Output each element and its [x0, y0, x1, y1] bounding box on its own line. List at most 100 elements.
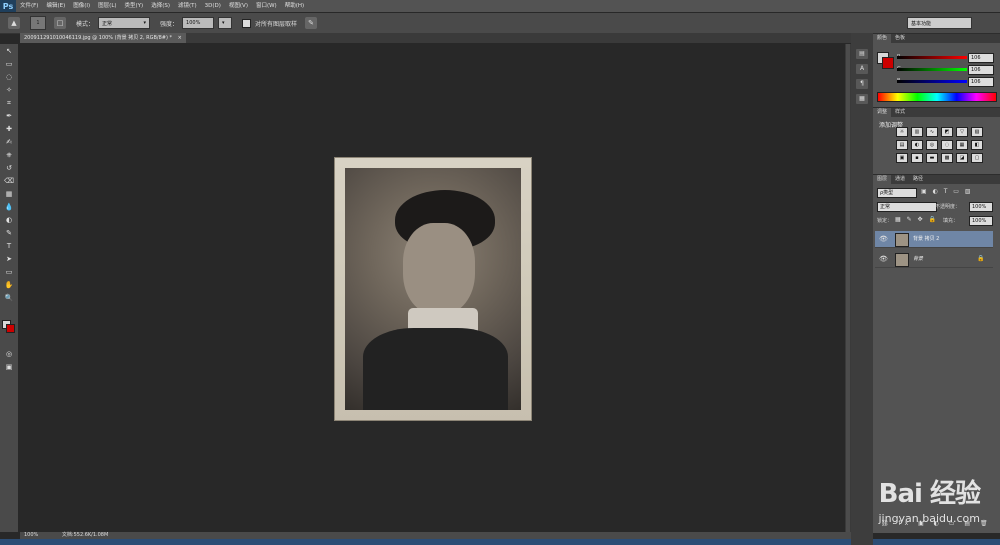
document-tab[interactable]: 200911291010046119.jpg @ 100% (背景 拷贝 2, … [20, 33, 186, 43]
eyedropper-tool-icon[interactable]: ✒ [3, 111, 15, 121]
menu-layer[interactable]: 图层(L) [94, 0, 120, 12]
layer-name[interactable]: 背景 拷贝 2 [913, 235, 939, 243]
dock-icon[interactable]: ▦ [856, 94, 868, 104]
r-value[interactable]: 106 [968, 53, 994, 63]
hue-saturation-icon[interactable]: ▧ [971, 127, 983, 137]
color-lookup-icon[interactable]: ▦ [956, 140, 968, 150]
shape-tool-icon[interactable]: ▭ [3, 267, 15, 277]
quick-select-tool-icon[interactable]: ✧ [3, 85, 15, 95]
brush-tool-icon[interactable]: ✍ [3, 137, 15, 147]
match-color-icon[interactable]: ▢ [971, 153, 983, 163]
menu-select[interactable]: 选择(S) [147, 0, 174, 12]
color-balance-icon[interactable]: ▤ [896, 140, 908, 150]
curves-icon[interactable]: ∿ [926, 127, 938, 137]
blend-mode-dropdown[interactable]: 正常 [877, 202, 937, 212]
black-white-icon[interactable]: ◐ [911, 140, 923, 150]
pressure-icon[interactable]: ✎ [305, 17, 318, 29]
color-swatches[interactable] [2, 320, 15, 333]
dock-icon[interactable]: ▤ [856, 49, 868, 59]
color-spectrum[interactable] [877, 92, 997, 102]
menu-type[interactable]: 类型(Y) [121, 0, 148, 12]
tab-styles[interactable]: 样式 [891, 108, 909, 117]
opacity-input[interactable]: 100% [969, 202, 993, 212]
document-photo[interactable] [334, 157, 532, 421]
menu-3d[interactable]: 3D(D) [201, 0, 225, 12]
levels-icon[interactable]: ▥ [911, 127, 923, 137]
tab-color[interactable]: 颜色 [873, 34, 892, 43]
selective-color-icon[interactable]: ▩ [941, 153, 953, 163]
document-info[interactable]: 文档:552.6K/1.08M [62, 532, 108, 538]
fill-input[interactable]: 100% [969, 216, 993, 226]
posterize-icon[interactable]: ▣ [896, 153, 908, 163]
path-select-tool-icon[interactable]: ➤ [3, 254, 15, 264]
clone-tool-icon[interactable]: ⎈ [3, 150, 15, 160]
g-value[interactable]: 106 [968, 65, 994, 75]
g-slider[interactable] [897, 68, 967, 71]
dock-icon[interactable]: ¶ [856, 79, 868, 89]
layer-row[interactable]: 👁 背景 🔒 [875, 251, 993, 268]
pen-tool-icon[interactable]: ✎ [3, 228, 15, 238]
tab-adjustments[interactable]: 调整 [873, 108, 892, 117]
strength-input[interactable]: 100% [182, 17, 215, 29]
move-tool-icon[interactable]: ↖ [3, 46, 15, 56]
vibrance-icon[interactable]: ▽ [956, 127, 968, 137]
gradient-tool-icon[interactable]: ▦ [3, 189, 15, 199]
mode-dropdown[interactable]: 正常 ▾ [98, 17, 151, 29]
lock-icon[interactable]: 🔒 [977, 255, 985, 263]
tab-channels[interactable]: 通道 [891, 175, 909, 184]
dock-icon[interactable]: A [856, 64, 868, 74]
menu-edit[interactable]: 编辑(E) [42, 0, 69, 12]
dodge-tool-icon[interactable]: ◐ [3, 215, 15, 225]
lock-icons[interactable]: ▦ ✎ ✥ 🔒 [895, 216, 938, 223]
visibility-eye-icon[interactable]: 👁 [879, 255, 888, 263]
eraser-tool-icon[interactable]: ⌫ [3, 176, 15, 186]
crop-tool-icon[interactable]: ⌗ [3, 98, 15, 108]
layer-filter-dropdown[interactable]: ρ类型 [877, 188, 917, 198]
layer-row[interactable]: 👁 背景 拷贝 2 [875, 231, 993, 248]
shadow-highlight-icon[interactable]: ◪ [956, 153, 968, 163]
foreground-color-swatch[interactable] [882, 57, 894, 69]
history-brush-tool-icon[interactable]: ↺ [3, 163, 15, 173]
quick-mask-icon[interactable]: ◎ [3, 349, 15, 359]
blur-tool-icon[interactable]: 💧 [3, 202, 15, 212]
lasso-tool-icon[interactable]: ◌ [3, 72, 15, 82]
sample-all-layers-checkbox[interactable] [242, 18, 252, 28]
photo-filter-icon[interactable]: ◎ [926, 140, 938, 150]
menu-filter[interactable]: 滤镜(T) [174, 0, 201, 12]
visibility-eye-icon[interactable]: 👁 [879, 235, 888, 243]
tab-paths[interactable]: 路径 [909, 175, 927, 184]
healing-tool-icon[interactable]: ✚ [3, 124, 15, 134]
zoom-level[interactable]: 100% [24, 532, 38, 538]
foreground-color-swatch[interactable] [6, 324, 15, 333]
brush-size-swatch[interactable]: 1 [30, 16, 46, 30]
close-icon[interactable]: × [178, 35, 182, 41]
menu-file[interactable]: 文件(F) [16, 0, 42, 12]
layer-name[interactable]: 背景 [913, 255, 923, 263]
menu-image[interactable]: 图像(I) [69, 0, 94, 12]
b-slider[interactable] [897, 80, 967, 83]
hand-tool-icon[interactable]: ✋ [3, 280, 15, 290]
exposure-icon[interactable]: ◩ [941, 127, 953, 137]
threshold-icon[interactable]: ▪ [911, 153, 923, 163]
canvas-area[interactable] [20, 44, 851, 532]
screen-mode-icon[interactable]: ▣ [3, 362, 15, 372]
type-tool-icon[interactable]: T [3, 241, 15, 251]
workspace-dropdown[interactable]: 基本功能 [907, 17, 972, 29]
channel-mixer-icon[interactable]: ◌ [941, 140, 953, 150]
brightness-icon[interactable]: ☼ [896, 127, 908, 137]
r-slider[interactable] [897, 56, 967, 59]
scrollbar-thumb[interactable] [846, 44, 850, 532]
menu-help[interactable]: 帮助(H) [281, 0, 308, 12]
brush-panel-icon[interactable]: □ [54, 17, 66, 29]
menu-window[interactable]: 窗口(W) [252, 0, 281, 12]
zoom-tool-icon[interactable]: 🔍 [3, 293, 15, 303]
invert-icon[interactable]: ◧ [971, 140, 983, 150]
tab-swatches[interactable]: 色板 [891, 34, 909, 43]
gradient-map-icon[interactable]: ▬ [926, 153, 938, 163]
tab-layers[interactable]: 图层 [873, 175, 892, 184]
strength-dropdown-button[interactable]: ▾ [218, 17, 233, 29]
b-value[interactable]: 106 [968, 77, 994, 87]
blur-tool-icon[interactable]: ▲ [8, 17, 20, 29]
menu-view[interactable]: 视图(V) [225, 0, 252, 12]
marquee-tool-icon[interactable]: ▭ [3, 59, 15, 69]
